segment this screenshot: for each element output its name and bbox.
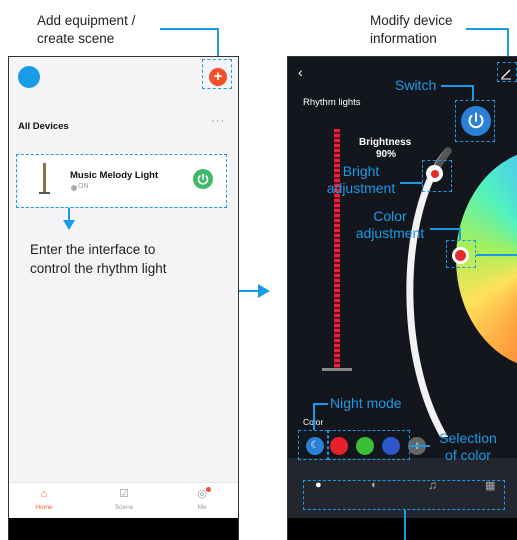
leader-line	[313, 403, 315, 430]
leader-line	[476, 254, 517, 256]
highlight-power-button	[455, 100, 495, 142]
annotation-modify-device: Modify device information	[370, 13, 453, 46]
tab-scene[interactable]: ☑ Scene	[94, 487, 154, 511]
highlight-color-swatches	[328, 430, 410, 460]
leader-line	[430, 228, 460, 230]
avatar[interactable]	[18, 66, 40, 88]
bottom-tab-bar: ⌂ Home ☑ Scene ◎ Me	[9, 482, 238, 518]
leader-line	[217, 28, 219, 59]
annotation-enter-interface: Enter the interface to control the rhyth…	[30, 242, 167, 276]
tab-home-label: Home	[35, 504, 53, 511]
leader-line	[314, 403, 328, 405]
flow-arrow-head	[258, 284, 270, 298]
annotation-night-mode: Night mode	[330, 395, 402, 411]
annotation-switch: Switch	[395, 77, 437, 93]
all-devices-heading: All Devices	[18, 121, 69, 132]
leader-line	[466, 28, 508, 30]
more-dots-icon[interactable]: ···	[211, 115, 225, 127]
annotation-selection-of-color: Selection of color	[439, 430, 497, 463]
tab-home[interactable]: ⌂ Home	[14, 487, 74, 511]
annotation-add-equipment: Add equipment / create scene	[37, 13, 136, 46]
leader-line	[459, 228, 461, 240]
highlight-color-thumb	[446, 240, 476, 268]
notification-dot	[206, 487, 211, 492]
back-button[interactable]: ‹	[298, 64, 303, 80]
highlight-brightness-thumb	[422, 160, 452, 192]
leader-line	[410, 445, 430, 447]
leader-line	[507, 28, 509, 59]
home-icon: ⌂	[40, 488, 48, 500]
highlight-night-mode	[298, 430, 328, 460]
leader-line	[160, 28, 218, 30]
scene-icon: ☑	[119, 488, 129, 500]
highlight-add-button	[202, 59, 232, 89]
leader-line	[441, 85, 473, 87]
annotation-color-adjustment: Color adjustment	[355, 208, 425, 241]
nav-bar	[9, 518, 238, 540]
tab-me[interactable]: ◎ Me	[172, 487, 232, 511]
nav-bar	[288, 518, 517, 540]
leader-line	[472, 85, 474, 100]
leader-line	[404, 510, 406, 540]
home-screen: + All Devices ··· Music Melody Light ON …	[8, 56, 239, 540]
tab-me-label: Me	[197, 504, 207, 511]
tab-scene-label: Scene	[114, 504, 134, 511]
highlight-edit-button	[497, 62, 517, 82]
highlight-mode-toolbar	[303, 480, 505, 510]
profile-icon: ◎	[197, 488, 207, 500]
rhythm-lights-title: Rhythm lights	[303, 97, 361, 108]
annotation-bright-adjustment: Bright adjustment	[326, 163, 396, 196]
highlight-device-card	[16, 154, 227, 208]
arrow-down-head	[63, 220, 75, 230]
leader-line	[400, 182, 422, 184]
